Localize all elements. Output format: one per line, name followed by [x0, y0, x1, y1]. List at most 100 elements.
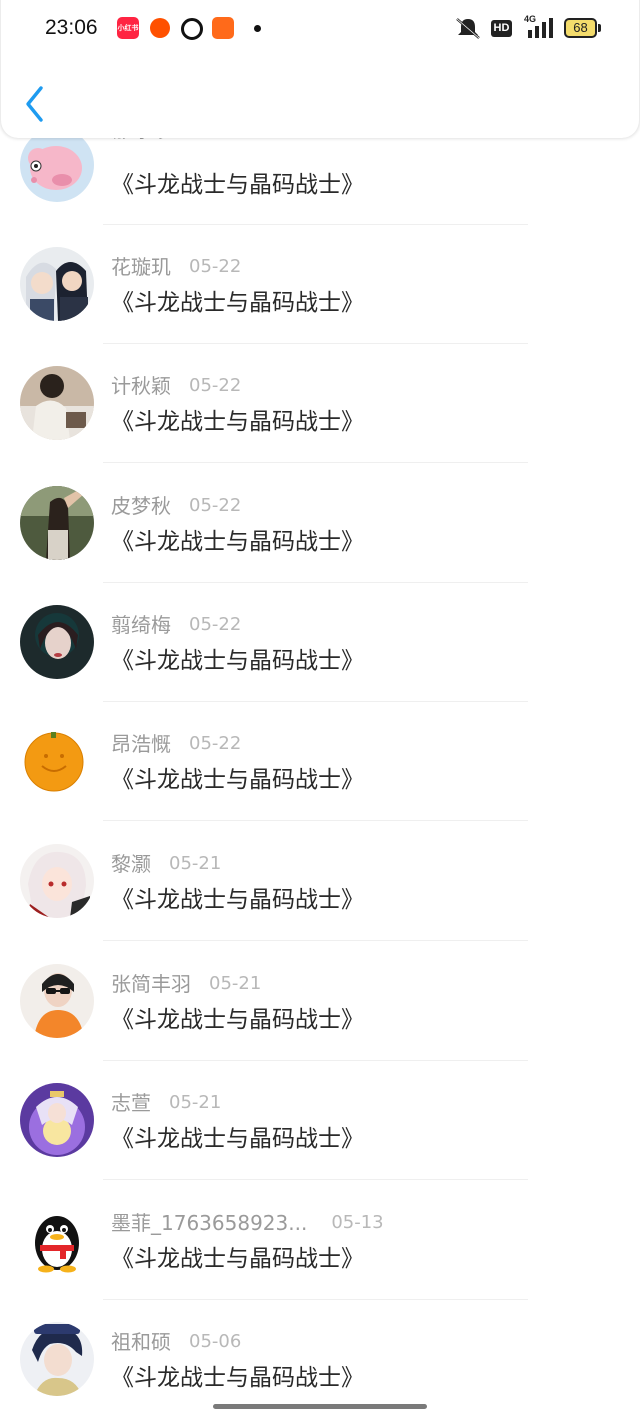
anime-boy-avatar-icon	[20, 1322, 94, 1396]
kuaishou-app-icon	[212, 17, 234, 39]
username[interactable]: 翦绮梅	[111, 612, 171, 638]
avatar[interactable]	[20, 247, 94, 321]
signal-icon	[528, 18, 553, 38]
item-meta: 昂浩慨 05-22	[111, 731, 241, 757]
pig-avatar-icon	[20, 128, 94, 202]
item-title[interactable]: 《斗龙战士与晶码战士》	[111, 1363, 364, 1393]
avatar[interactable]	[20, 605, 94, 679]
item-date: 05-21	[209, 973, 262, 994]
avatar[interactable]	[20, 1203, 94, 1277]
item-meta: 墨菲_1763658923... 05-13	[111, 1210, 384, 1236]
username[interactable]: 计秋颖	[111, 373, 171, 399]
notification-dot	[254, 25, 261, 32]
anime-girl-avatar-icon	[20, 844, 94, 918]
item-date: 05-22	[189, 614, 242, 635]
item-meta: 张简丰羽 05-21	[111, 971, 261, 997]
list-item[interactable]: 昂浩慨 05-22 《斗龙战士与晶码战士》	[0, 724, 640, 844]
chevron-left-icon	[26, 86, 43, 122]
battery-tip	[598, 24, 601, 32]
item-meta: 计秋颖 05-22	[111, 373, 241, 399]
avatar[interactable]	[20, 486, 94, 560]
username[interactable]: 志萱	[111, 1090, 151, 1116]
divider	[103, 1179, 528, 1180]
list-item[interactable]: 皮梦秋 05-22 《斗龙战士与晶码战士》	[0, 486, 640, 606]
item-meta: 花璇玑 05-22	[111, 254, 241, 280]
item-meta: 黎灏 05-21	[111, 851, 221, 877]
item-title[interactable]: 《斗龙战士与晶码战士》	[111, 646, 364, 676]
list-item[interactable]: 黎灏 05-21 《斗龙战士与晶码战士》	[0, 844, 640, 964]
xiaohongshu-label: 小红书	[117, 24, 139, 32]
avatar[interactable]	[20, 128, 94, 202]
battery-icon: 68	[564, 18, 597, 38]
top-bar: 23:06 小红书 HD 4G 68	[0, 0, 640, 138]
fantasy-girl-avatar-icon	[20, 1083, 94, 1157]
list-item[interactable]: 志萱 05-21 《斗龙战士与晶码战士》	[0, 1083, 640, 1203]
girl-outdoor-avatar-icon	[20, 486, 94, 560]
divider	[103, 820, 528, 821]
avatar[interactable]	[20, 964, 94, 1038]
list-item[interactable]: 郁冰珍05-22 《斗龙战士与晶码战士》	[0, 118, 640, 248]
item-meta: 皮梦秋 05-22	[111, 493, 241, 519]
item-title[interactable]: 《斗龙战士与晶码战士》	[111, 407, 364, 437]
username[interactable]: 皮梦秋	[111, 493, 171, 519]
item-meta: 翦绮梅 05-22	[111, 612, 241, 638]
item-meta: 祖和硕 05-06	[111, 1329, 241, 1355]
list-item[interactable]: 计秋颖 05-22 《斗龙战士与晶码战士》	[0, 366, 640, 486]
avatar[interactable]	[20, 366, 94, 440]
avatar[interactable]	[20, 1322, 94, 1396]
item-title[interactable]: 《斗龙战士与晶码战士》	[111, 170, 364, 200]
girl-with-cat-avatar-icon	[20, 366, 94, 440]
item-meta: 志萱 05-21	[111, 1090, 221, 1116]
xiaohongshu-app-icon: 小红书	[117, 17, 139, 39]
bell-muted-icon	[456, 18, 480, 39]
avatar[interactable]	[20, 1083, 94, 1157]
divider	[103, 1060, 528, 1061]
item-date: 05-13	[331, 1212, 384, 1233]
list-item[interactable]: 墨菲_1763658923... 05-13 《斗龙战士与晶码战士》	[0, 1203, 640, 1323]
screen: 郁冰珍05-22 《斗龙战士与晶码战士》 花璇玑05-22 《斗	[0, 0, 640, 1422]
username[interactable]: 黎灏	[111, 851, 151, 877]
divider	[103, 582, 528, 583]
hd-badge: HD	[491, 20, 512, 37]
item-title[interactable]: 《斗龙战士与晶码战士》	[111, 765, 364, 795]
avatar[interactable]	[20, 844, 94, 918]
divider	[103, 701, 528, 702]
item-title[interactable]: 《斗龙战士与晶码战士》	[111, 885, 364, 915]
comment-list[interactable]: 郁冰珍05-22 《斗龙战士与晶码战士》 花璇玑05-22 《斗	[0, 0, 640, 1422]
item-date: 05-22	[189, 256, 242, 277]
battery-level: 68	[573, 20, 588, 35]
username[interactable]: 张简丰羽	[111, 971, 191, 997]
item-title[interactable]: 《斗龙战士与晶码战士》	[111, 288, 364, 318]
divider	[103, 462, 528, 463]
item-title[interactable]: 《斗龙战士与晶码战士》	[111, 527, 364, 557]
username[interactable]: 墨菲_1763658923...	[111, 1210, 307, 1236]
username[interactable]: 花璇玑	[111, 254, 171, 280]
item-date: 05-21	[169, 1092, 222, 1113]
list-item[interactable]: 花璇玑 05-22 《斗龙战士与晶码战士》	[0, 247, 640, 367]
list-item[interactable]: 张简丰羽 05-21 《斗龙战士与晶码战士》	[0, 964, 640, 1084]
username[interactable]: 祖和硕	[111, 1329, 171, 1355]
painted-woman-avatar-icon	[20, 605, 94, 679]
woman-sunglasses-avatar-icon	[20, 964, 94, 1038]
qq-penguin-avatar-icon	[20, 1203, 94, 1277]
taobao-app-icon	[150, 18, 170, 38]
item-date: 05-22	[189, 375, 242, 396]
item-title[interactable]: 《斗龙战士与晶码战士》	[111, 1124, 364, 1154]
status-time: 23:06	[45, 16, 98, 39]
back-button[interactable]	[19, 82, 53, 126]
item-date: 05-22	[189, 495, 242, 516]
orange-avatar-icon	[20, 724, 94, 798]
home-indicator[interactable]	[213, 1404, 427, 1409]
item-title[interactable]: 《斗龙战士与晶码战士》	[111, 1244, 364, 1274]
anime-duo-avatar-icon	[20, 247, 94, 321]
item-title[interactable]: 《斗龙战士与晶码战士》	[111, 1005, 364, 1035]
avatar[interactable]	[20, 724, 94, 798]
divider	[103, 1299, 528, 1300]
item-date: 05-21	[169, 853, 222, 874]
message-app-icon	[181, 18, 203, 40]
list-item[interactable]: 翦绮梅 05-22 《斗龙战士与晶码战士》	[0, 605, 640, 725]
item-date: 05-06	[189, 1331, 242, 1352]
divider	[103, 343, 528, 344]
username[interactable]: 昂浩慨	[111, 731, 171, 757]
divider	[103, 940, 528, 941]
